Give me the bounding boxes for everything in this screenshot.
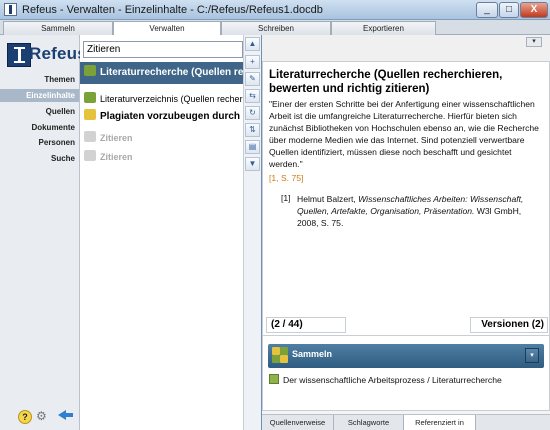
list-item-label: Zitieren: [100, 133, 133, 143]
tab-quellenverweise[interactable]: Quellenverweise: [262, 415, 334, 430]
footnote-text: Helmut Balzert, Wissenschaftliches Arbei…: [297, 193, 545, 229]
list-item[interactable]: Zitieren: [80, 148, 243, 166]
collapse-button[interactable]: ▾: [526, 37, 542, 47]
footnote-author: Helmut Balzert,: [297, 194, 356, 204]
logo-text: Refeus: [29, 44, 87, 63]
sidebar-item-einzelinhalte[interactable]: Einzelinhalte: [0, 89, 79, 102]
back-arrow-icon[interactable]: [58, 408, 74, 422]
sidebar: Refeus Themen Einzelinhalte Quellen Doku…: [0, 35, 87, 430]
list-item-label: Plagiaten vorzubeugen durch richtige: [100, 111, 243, 122]
refresh-icon[interactable]: ↻: [245, 106, 260, 120]
content-list-panel: Literaturrecherche (Quellen recherchiere…: [80, 35, 261, 430]
help-icon[interactable]: ?: [18, 410, 32, 424]
puzzle-icon: [84, 109, 96, 120]
versions-button[interactable]: Versionen (2): [470, 317, 548, 333]
list-toolbar: ▲ + ✎ ⇆ ↻ ⇅ ▤ ▼: [243, 35, 261, 430]
version-counter: (2 / 44): [266, 317, 346, 333]
main-tab-bar: Sammeln Verwalten Schreiben Exportieren: [0, 20, 550, 36]
sammeln-entry[interactable]: Der wissenschaftliche Arbeitsprozess / L…: [269, 374, 502, 385]
sidebar-item-dokumente[interactable]: Dokumente: [31, 123, 75, 132]
logo-icon: [7, 43, 31, 67]
sammeln-header[interactable]: Sammeln ▾: [268, 344, 544, 368]
content-view: Literaturrecherche (Quellen recherchiere…: [262, 61, 550, 349]
sammeln-panel: Sammeln ▾ Der wissenschaftliche Arbeitsp…: [262, 335, 550, 411]
document-icon: [269, 374, 279, 384]
list-item[interactable]: Literaturverzeichnis (Quellen recherchie…: [80, 90, 243, 108]
refeus-logo: Refeus: [7, 43, 87, 67]
puzzle-icon: [84, 65, 96, 76]
app-icon: [4, 3, 17, 16]
list-item-label: Zitieren: [100, 152, 133, 162]
tab-referenziert-in[interactable]: Referenziert in: [404, 415, 476, 430]
close-button[interactable]: X: [520, 2, 548, 18]
tab-sammeln[interactable]: Sammeln: [3, 21, 113, 35]
filter-icon[interactable]: ▤: [245, 140, 260, 154]
list-item-label: Literaturverzeichnis (Quellen recherchie…: [100, 94, 243, 104]
puzzle-icon: [84, 150, 96, 161]
content-title: Literaturrecherche (Quellen recherchiere…: [269, 69, 503, 95]
search-input[interactable]: [83, 41, 243, 58]
window-title: Refeus - Verwalten - Einzelinhalte - C:/…: [22, 4, 323, 16]
title-bar: Refeus - Verwalten - Einzelinhalte - C:/…: [0, 0, 550, 20]
sammeln-entry-label: Der wissenschaftliche Arbeitsprozess / L…: [283, 375, 502, 385]
content-quote: "Einer der ersten Schritte bei der Anfer…: [269, 99, 539, 169]
list-item[interactable]: Plagiaten vorzubeugen durch richtige: [80, 108, 243, 126]
bottom-tab-bar: Quellenverweise Schlagworte Referenziert…: [262, 414, 550, 430]
puzzle-collection-icon: [272, 347, 288, 363]
sidebar-item-suche[interactable]: Suche: [51, 154, 75, 163]
detail-panel: ▾ Literaturrecherche (Quellen recherchie…: [262, 35, 550, 430]
puzzle-icon: [84, 92, 96, 103]
gear-icon[interactable]: ⚙: [36, 409, 47, 423]
list-item-selected[interactable]: Literaturrecherche (Quellen recherchiere…: [80, 62, 243, 84]
tab-schlagworte[interactable]: Schlagworte: [334, 415, 404, 430]
maximize-button[interactable]: □: [499, 2, 519, 18]
puzzle-icon: [84, 131, 96, 142]
sammeln-dropdown-icon[interactable]: ▾: [525, 348, 539, 363]
edit-icon[interactable]: ✎: [245, 72, 260, 86]
tab-exportieren[interactable]: Exportieren: [331, 21, 436, 35]
list-item[interactable]: Zitieren: [80, 129, 243, 147]
sammeln-label: Sammeln: [292, 349, 333, 359]
scroll-down-icon[interactable]: ▼: [245, 157, 260, 171]
scroll-up-icon[interactable]: ▲: [245, 37, 260, 51]
tab-verwalten[interactable]: Verwalten: [113, 21, 221, 36]
sidebar-item-personen[interactable]: Personen: [39, 138, 75, 147]
link-icon[interactable]: ⇆: [245, 89, 260, 103]
sort-icon[interactable]: ⇅: [245, 123, 260, 137]
detail-header: ▾: [262, 35, 550, 61]
sidebar-item-themen[interactable]: Themen: [44, 75, 75, 84]
add-item-icon[interactable]: +: [245, 55, 260, 69]
footnote-number: [1]: [281, 193, 291, 203]
minimize-button[interactable]: _: [476, 2, 498, 18]
sidebar-item-quellen[interactable]: Quellen: [46, 107, 75, 116]
tab-schreiben[interactable]: Schreiben: [221, 21, 331, 35]
citation-reference[interactable]: [1, S. 75]: [269, 173, 303, 183]
list-item-label: Literaturrecherche (Quellen recherchiere…: [100, 67, 243, 78]
